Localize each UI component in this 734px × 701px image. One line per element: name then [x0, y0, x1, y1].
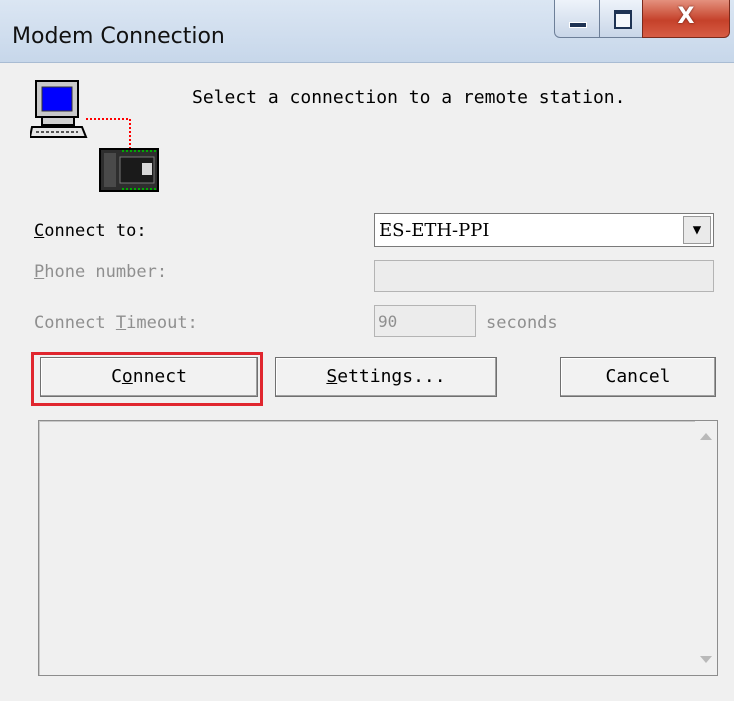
- close-button[interactable]: X: [642, 0, 730, 38]
- connect-timeout-label-before: Connect: [34, 313, 116, 333]
- settings-button-text: ettings...: [337, 366, 446, 387]
- connect-to-label-text: onnect to:: [44, 221, 147, 241]
- dropdown-arrow-icon[interactable]: ▼: [683, 216, 711, 244]
- minimize-button[interactable]: [554, 0, 600, 38]
- timeout-unit-label: seconds: [486, 313, 558, 333]
- connect-to-mnemonic: C: [34, 221, 45, 241]
- computer-plc-icon: [30, 80, 159, 192]
- connect-timeout-label: Connect Timeout:: [34, 313, 198, 333]
- phone-number-label-text: hone number:: [44, 262, 168, 282]
- connect-to-value: ES-ETH-PPI: [379, 220, 490, 241]
- connect-to-select[interactable]: ES-ETH-PPI ▼: [374, 213, 714, 247]
- dialog-body: Select a connection to a remote station.…: [8, 63, 734, 701]
- log-scrollbar[interactable]: [695, 421, 717, 675]
- maximize-icon: [614, 10, 632, 29]
- settings-button[interactable]: Settings...: [275, 357, 497, 397]
- maximize-button[interactable]: [599, 0, 643, 38]
- highlight-box: [31, 352, 263, 406]
- connect-timeout-value: 90: [378, 312, 398, 331]
- phone-number-label: Phone number:: [34, 262, 167, 282]
- settings-button-mnemonic: S: [326, 366, 338, 387]
- close-icon: X: [677, 4, 695, 29]
- cancel-button[interactable]: Cancel: [560, 357, 716, 397]
- phone-number-input[interactable]: [374, 260, 714, 292]
- connect-to-label: Connect to:: [34, 221, 147, 241]
- scroll-up-icon[interactable]: [700, 433, 712, 440]
- intro-text: Select a connection to a remote station.: [192, 87, 626, 108]
- connect-timeout-mnemonic: T: [115, 313, 127, 333]
- connect-timeout-input[interactable]: 90: [374, 305, 476, 337]
- phone-number-mnemonic: P: [34, 262, 45, 282]
- connect-timeout-label-text: imeout:: [126, 313, 198, 333]
- minimize-icon: [569, 22, 587, 28]
- window-title: Modem Connection: [12, 24, 225, 49]
- title-bar[interactable]: Modem Connection X: [0, 0, 734, 63]
- scroll-down-icon[interactable]: [700, 656, 712, 663]
- connection-log[interactable]: [38, 420, 718, 676]
- modem-connection-dialog: Modem Connection X Select a connection t…: [0, 0, 734, 701]
- caption-buttons: X: [554, 0, 730, 40]
